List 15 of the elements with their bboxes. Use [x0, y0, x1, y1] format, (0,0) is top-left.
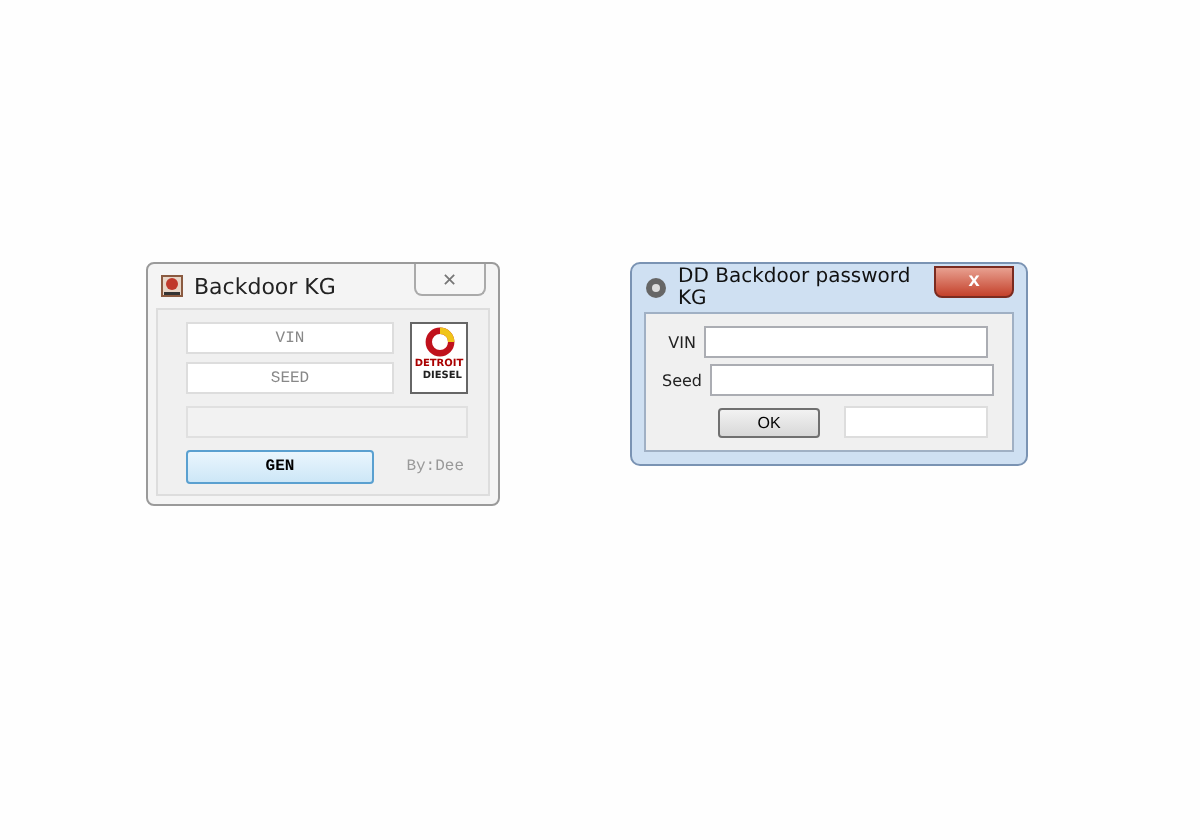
field-label: VIN: [666, 333, 696, 351]
credit-label: By:Dee: [406, 458, 464, 476]
close-button[interactable]: ✕: [414, 264, 486, 296]
input-field[interactable]: VIN: [186, 322, 394, 354]
ok-button[interactable]: OK: [718, 407, 820, 437]
app-icon: [160, 274, 184, 298]
output-field[interactable]: [844, 406, 988, 438]
window-title: DD Backdoor password KG: [678, 266, 913, 310]
app-icon: [644, 276, 668, 300]
field-label: Seed: [662, 371, 702, 389]
input-field[interactable]: [704, 326, 988, 358]
generate-button[interactable]: GEN: [186, 450, 374, 484]
input-field[interactable]: SEED: [186, 362, 394, 394]
window-title: Backdoor KG: [194, 273, 338, 299]
input-field[interactable]: [710, 364, 994, 396]
